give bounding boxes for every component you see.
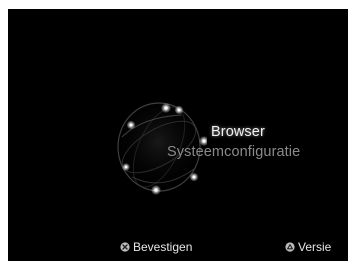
version-label: Versie (298, 240, 332, 254)
confirm-label: Bevestigen (133, 240, 193, 254)
main-menu: Browser Systeemconfiguratie (8, 9, 348, 261)
version-hint[interactable]: Versie (285, 240, 331, 254)
cross-button-icon (120, 242, 130, 252)
triangle-button-icon (285, 242, 295, 252)
menu-item-browser[interactable]: Browser (211, 124, 265, 140)
menu-item-system-configuration[interactable]: Systeemconfiguratie (167, 144, 300, 160)
confirm-hint[interactable]: Bevestigen (120, 240, 192, 254)
ps2-main-menu-screen: Browser Systeemconfiguratie Bevestigen V… (8, 9, 348, 261)
